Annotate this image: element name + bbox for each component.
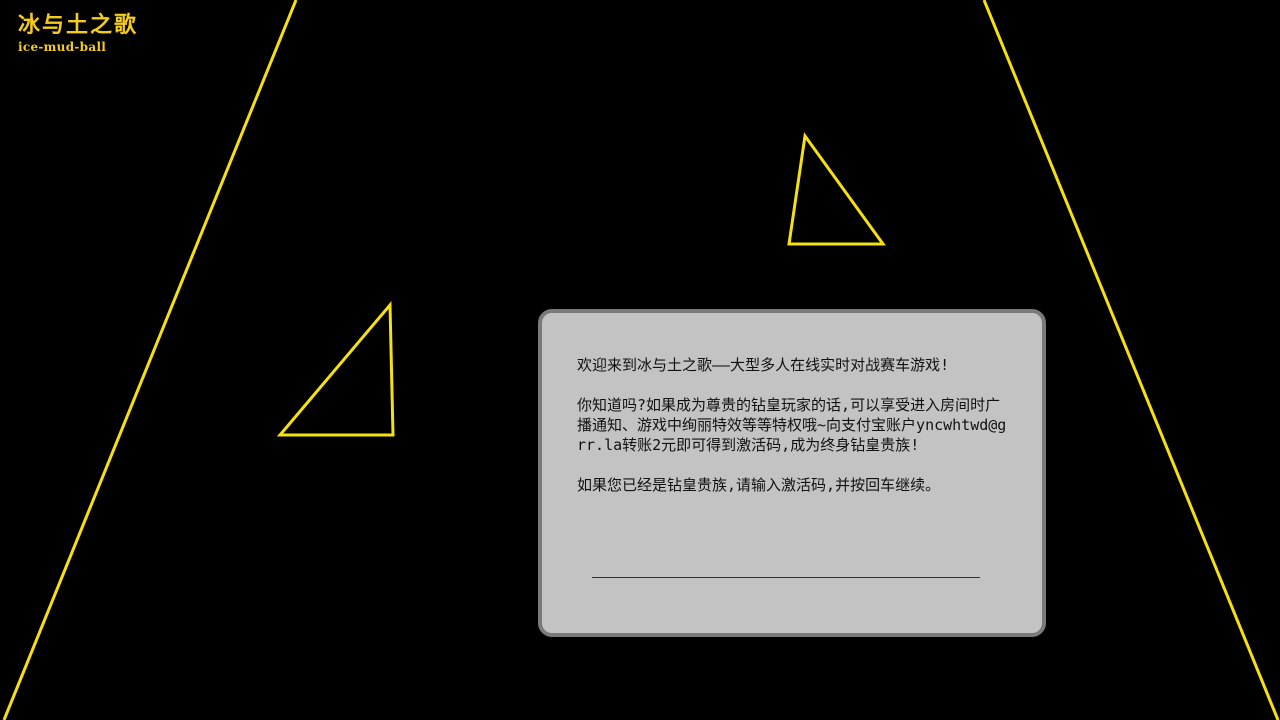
player-triangle — [787, 132, 886, 246]
road-left-edge — [2, 0, 298, 720]
game-screen: 冰与土之歌 ice-mud-ball 欢迎来到冰与土之歌——大型多人在线实时对战… — [0, 0, 1280, 720]
instruction-text: 如果您已经是钻皇贵族,请输入激活码,并按回车继续。 — [577, 476, 941, 494]
activation-dialog: 欢迎来到冰与土之歌——大型多人在线实时对战赛车游戏! 你知道吗?如果成为尊贵的钻… — [538, 309, 1046, 637]
activation-code-input[interactable] — [592, 559, 980, 578]
promo-text: 你知道吗?如果成为尊贵的钻皇玩家的话,可以享受进入房间时广播通知、游戏中绚丽特效… — [577, 396, 1007, 454]
logo-title: 冰与土之歌 — [18, 12, 139, 38]
game-logo: 冰与土之歌 ice-mud-ball — [18, 14, 138, 53]
logo-subtitle: ice-mud-ball — [18, 40, 107, 54]
opponent-triangle — [276, 301, 395, 437]
welcome-text: 欢迎来到冰与土之歌——大型多人在线实时对战赛车游戏! — [577, 356, 950, 374]
